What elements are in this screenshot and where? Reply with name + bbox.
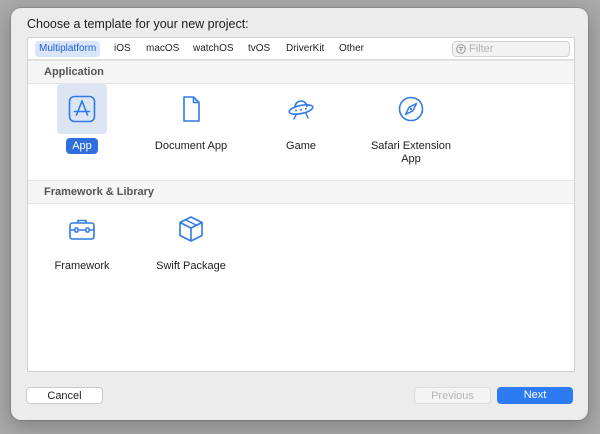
section-header-framework-library: Framework & Library bbox=[28, 180, 574, 204]
template-label: Safari Extension App bbox=[356, 140, 466, 166]
template-chooser-panel: Multiplatform iOS macOS watchOS tvOS Dri… bbox=[27, 37, 575, 372]
dialog-prompt: Choose a template for your new project: bbox=[27, 17, 249, 31]
tab-tvos[interactable]: tvOS bbox=[244, 41, 274, 57]
filter-input[interactable] bbox=[469, 42, 565, 56]
filter-icon bbox=[456, 44, 466, 54]
template-label: Document App bbox=[136, 140, 246, 153]
document-icon bbox=[176, 94, 206, 124]
game-ufo-icon bbox=[286, 94, 316, 124]
template-safari-extension-app[interactable]: Safari Extension App bbox=[356, 84, 466, 166]
tab-macos[interactable]: macOS bbox=[142, 41, 183, 57]
next-button[interactable]: Next bbox=[497, 387, 573, 404]
package-box-icon bbox=[176, 214, 206, 244]
compass-icon bbox=[396, 94, 426, 124]
template-label: App bbox=[66, 138, 98, 154]
app-store-icon bbox=[67, 94, 97, 124]
tab-watchos[interactable]: watchOS bbox=[189, 41, 238, 57]
template-label: Game bbox=[246, 140, 356, 153]
platform-tab-bar: Multiplatform iOS macOS watchOS tvOS Dri… bbox=[28, 38, 574, 60]
template-document-app[interactable]: Document App bbox=[136, 84, 246, 153]
template-app[interactable]: App bbox=[27, 84, 137, 153]
section-header-application: Application bbox=[28, 60, 574, 84]
new-project-dialog: Choose a template for your new project: … bbox=[11, 8, 588, 420]
tab-other[interactable]: Other bbox=[335, 41, 368, 57]
cancel-button[interactable]: Cancel bbox=[26, 387, 103, 404]
toolbox-icon bbox=[67, 214, 97, 244]
template-swift-package[interactable]: Swift Package bbox=[136, 204, 246, 273]
template-game[interactable]: Game bbox=[246, 84, 356, 153]
filter-field[interactable] bbox=[452, 41, 570, 57]
tab-ios[interactable]: iOS bbox=[110, 41, 135, 57]
template-label: Framework bbox=[27, 260, 137, 273]
template-label: Swift Package bbox=[136, 260, 246, 273]
previous-button[interactable]: Previous bbox=[414, 387, 491, 404]
tab-multiplatform[interactable]: Multiplatform bbox=[35, 41, 100, 57]
template-framework[interactable]: Framework bbox=[27, 204, 137, 273]
tab-driverkit[interactable]: DriverKit bbox=[282, 41, 328, 57]
